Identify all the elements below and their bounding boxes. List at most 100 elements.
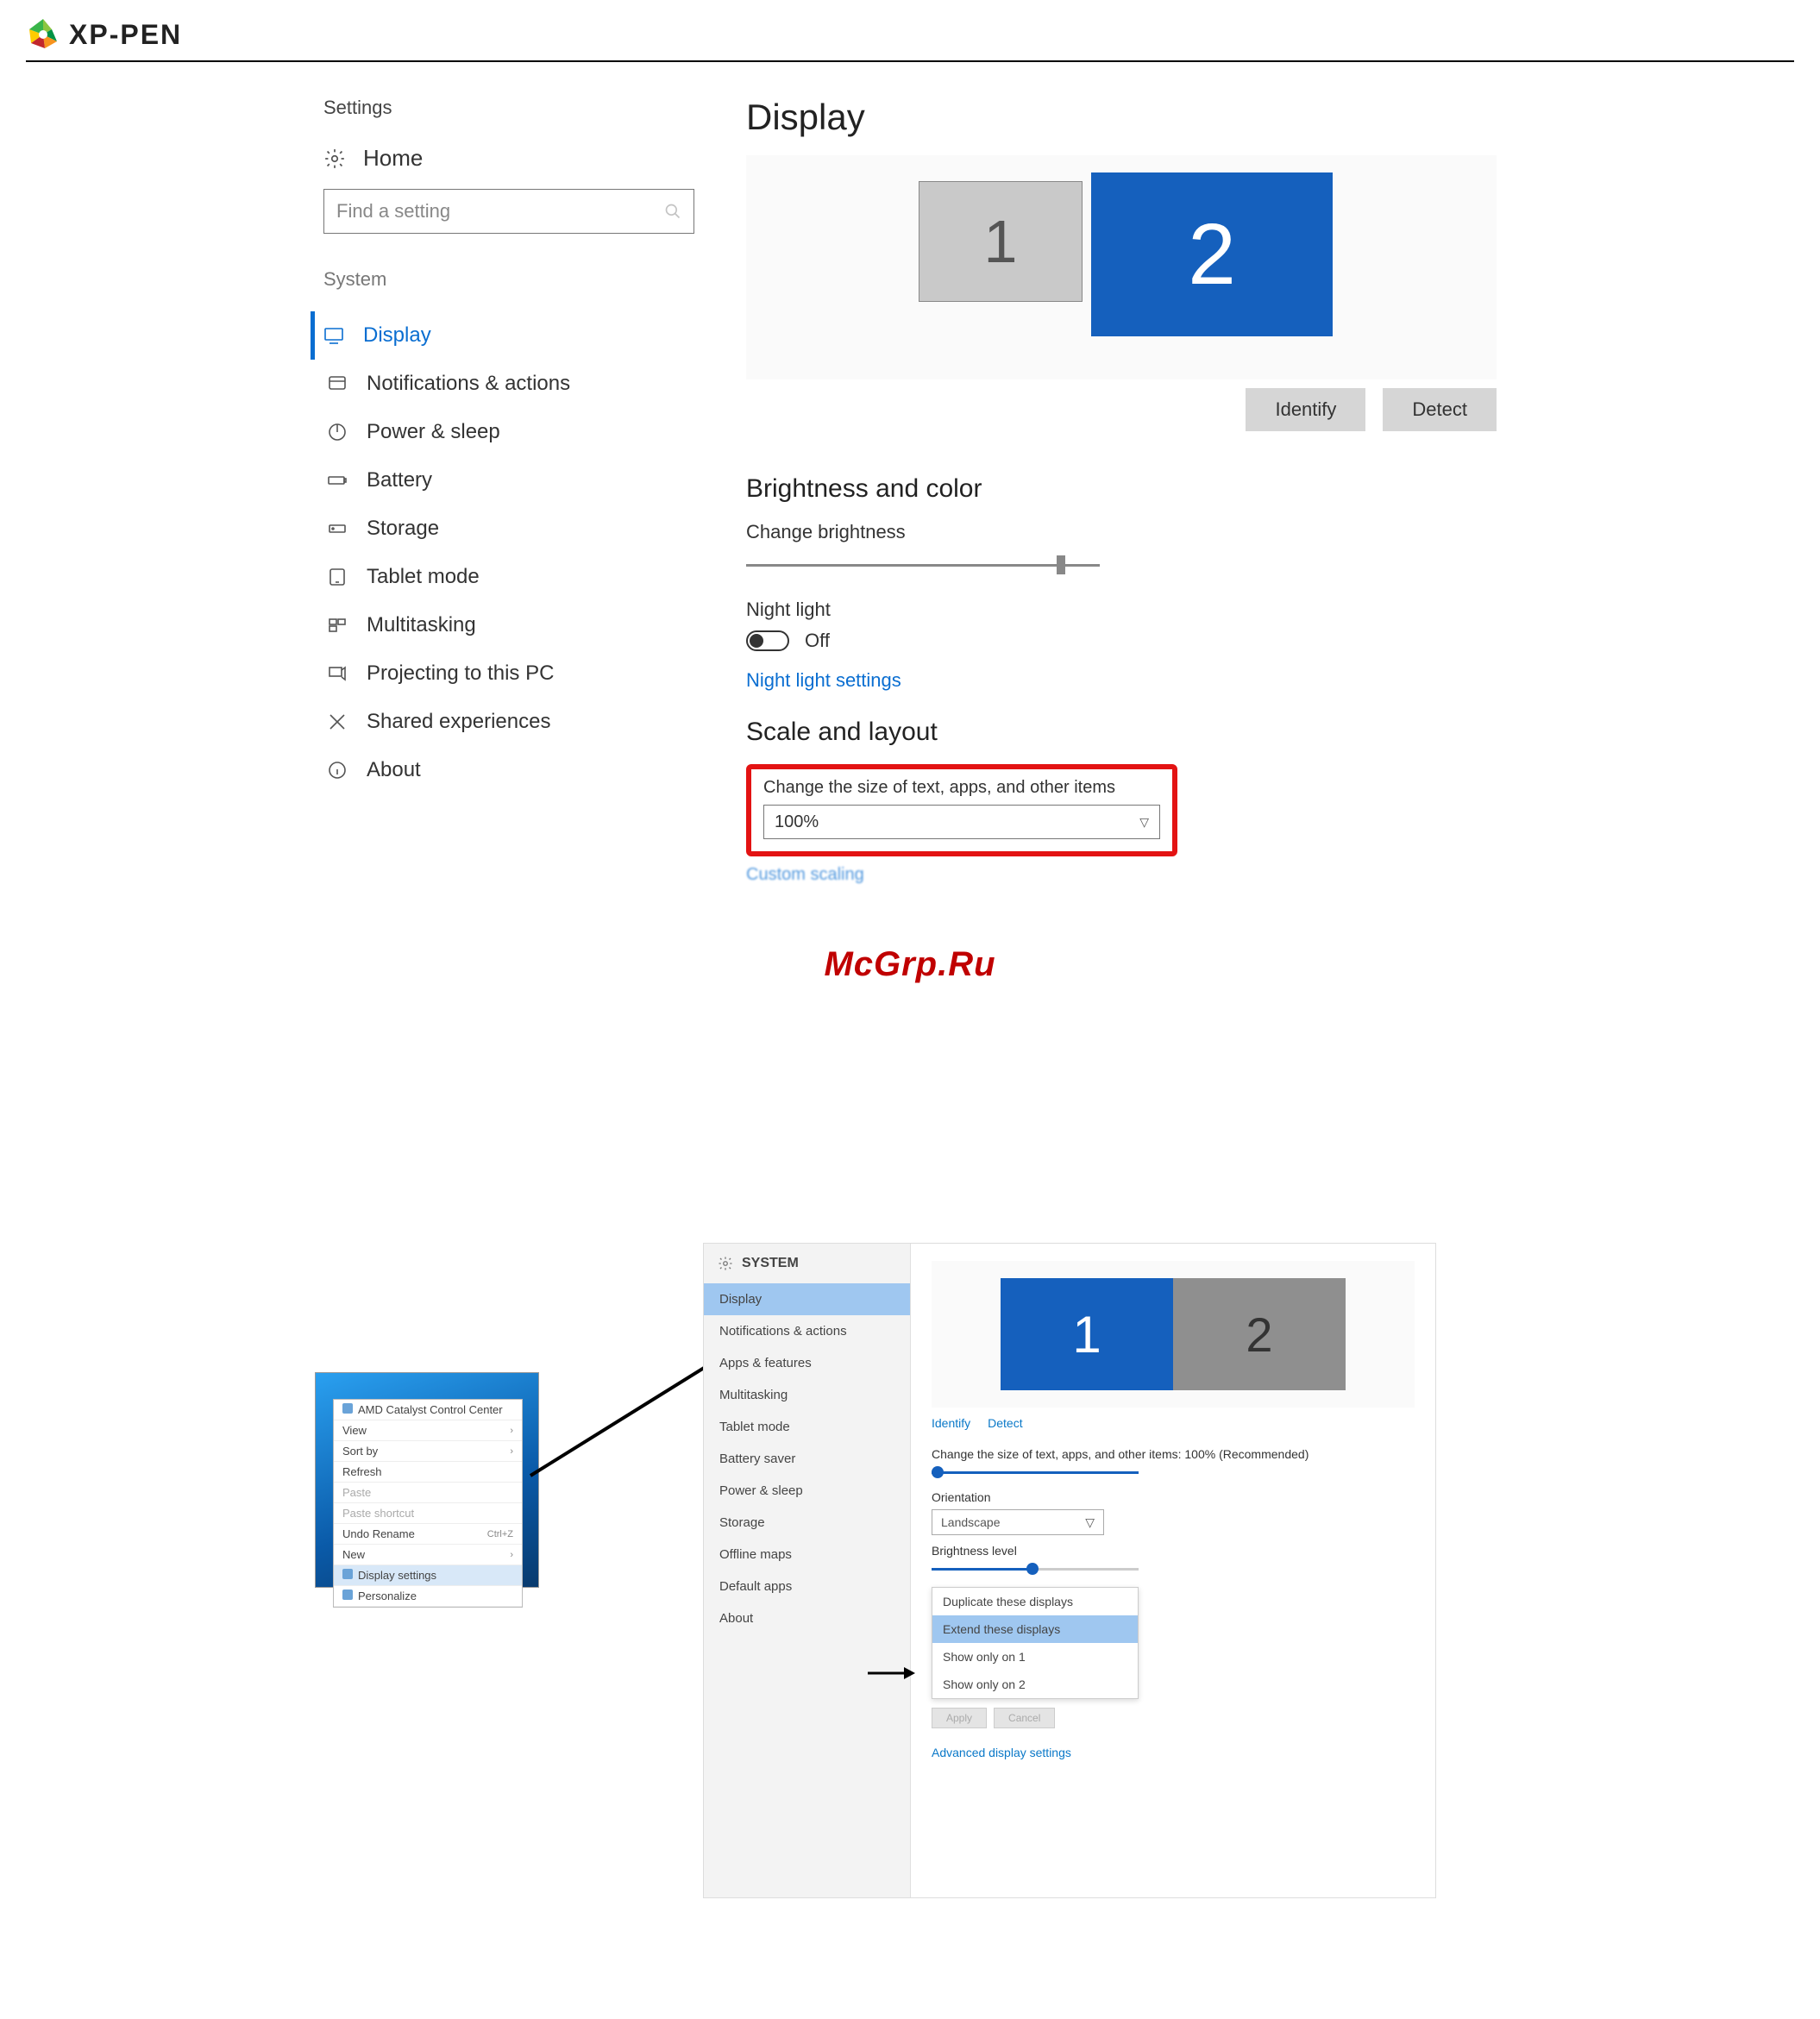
sys-nav-offline-maps[interactable]: Offline maps	[704, 1539, 910, 1571]
tablet-mode-icon	[327, 567, 348, 587]
night-light-label: Night light	[746, 599, 1514, 621]
settings-sidebar: Settings Home Find a setting System Disp…	[323, 97, 694, 885]
xp-pen-logo-icon	[26, 17, 60, 52]
nav-storage[interactable]: Storage	[323, 505, 694, 553]
cancel-button[interactable]: Cancel	[994, 1708, 1055, 1728]
gear-icon	[323, 147, 346, 170]
ctx-display-settings[interactable]: Display settings	[334, 1565, 522, 1586]
orientation-label: Orientation	[932, 1490, 1415, 1504]
change-brightness-label: Change brightness	[746, 521, 1514, 543]
nav-power[interactable]: Power & sleep	[323, 408, 694, 456]
battery-icon	[327, 470, 348, 491]
nav-projecting[interactable]: Projecting to this PC	[323, 649, 694, 698]
ctx-new[interactable]: New›	[334, 1545, 522, 1565]
home-link[interactable]: Home	[323, 145, 694, 172]
display-icon	[323, 325, 344, 346]
nav-notifications[interactable]: Notifications & actions	[323, 360, 694, 408]
brightness-label-2: Brightness level	[932, 1544, 1415, 1558]
nav-display[interactable]: Display	[311, 311, 694, 360]
orientation-dropdown[interactable]: Landscape ▽	[932, 1509, 1104, 1535]
system-content: 1 2 Identify Detect Change the size of t…	[911, 1244, 1435, 1897]
nav-multitasking[interactable]: Multitasking	[323, 601, 694, 649]
nav-about[interactable]: About	[323, 746, 694, 794]
opt-duplicate[interactable]: Duplicate these displays	[932, 1588, 1138, 1615]
monitor-2[interactable]: 2	[1091, 172, 1333, 336]
scale-label: Change the size of text, apps, and other…	[763, 778, 1160, 798]
opt-extend[interactable]: Extend these displays	[932, 1615, 1138, 1643]
search-placeholder: Find a setting	[336, 200, 450, 223]
apply-button[interactable]: Apply	[932, 1708, 987, 1728]
system-category: System	[323, 268, 694, 291]
chevron-down-icon: ▽	[1139, 815, 1149, 830]
watermark: McGrp.Ru	[0, 945, 1820, 984]
settings-screenshot-1: Settings Home Find a setting System Disp…	[306, 97, 1514, 885]
scale-highlight-box: Change the size of text, apps, and other…	[746, 764, 1177, 856]
advanced-display-settings-link[interactable]: Advanced display settings	[932, 1746, 1415, 1759]
identify-button[interactable]: Identify	[1246, 388, 1365, 431]
nav-shared-experiences[interactable]: Shared experiences	[323, 698, 694, 746]
multiple-displays-dropdown[interactable]: Duplicate these displays Extend these di…	[932, 1587, 1139, 1699]
pointer-arrow-icon	[868, 1665, 915, 1682]
personalize-icon	[342, 1589, 353, 1600]
page-title: Display	[746, 97, 1514, 138]
night-light-state: Off	[805, 630, 830, 652]
search-icon	[664, 203, 681, 220]
gear-icon	[718, 1256, 733, 1271]
opt-show-1[interactable]: Show only on 1	[932, 1643, 1138, 1671]
display-settings-icon	[342, 1569, 353, 1579]
sys-nav-display[interactable]: Display	[704, 1283, 910, 1315]
ctx-paste: Paste	[334, 1483, 522, 1503]
sys-nav-storage[interactable]: Storage	[704, 1507, 910, 1539]
sys-nav-notifications[interactable]: Notifications & actions	[704, 1315, 910, 1347]
amd-icon	[342, 1403, 353, 1414]
brightness-slider[interactable]	[746, 552, 1100, 578]
opt-show-2[interactable]: Show only on 2	[932, 1671, 1138, 1698]
settings-title: Settings	[323, 97, 694, 119]
detect-link[interactable]: Detect	[988, 1416, 1022, 1430]
display-arrangement-2[interactable]: 1 2	[932, 1261, 1415, 1408]
ctx-refresh[interactable]: Refresh	[334, 1462, 522, 1483]
system-nav: Display Notifications & actions Power & …	[323, 311, 694, 794]
scale-value: 100%	[775, 812, 819, 832]
sys-nav-about[interactable]: About	[704, 1602, 910, 1634]
nav-battery[interactable]: Battery	[323, 456, 694, 505]
brand-header: XP-PEN	[0, 0, 1820, 60]
ctx-undo[interactable]: Undo RenameCtrl+Z	[334, 1524, 522, 1545]
ctx-view[interactable]: View›	[334, 1420, 522, 1441]
scale-dropdown[interactable]: 100% ▽	[763, 805, 1160, 839]
scale-slider[interactable]	[932, 1466, 1139, 1478]
system-settings-window: SYSTEM Display Notifications & actions A…	[703, 1243, 1436, 1898]
custom-scaling-link[interactable]: Custom scaling	[746, 865, 1514, 885]
system-header: SYSTEM	[704, 1244, 910, 1283]
settings-main: Display 1 2 Identify Detect Brightness a…	[746, 97, 1514, 885]
sys-nav-multitasking[interactable]: Multitasking	[704, 1379, 910, 1411]
detect-button[interactable]: Detect	[1383, 388, 1497, 431]
home-label: Home	[363, 145, 423, 172]
night-light-settings-link[interactable]: Night light settings	[746, 669, 1514, 692]
nav-tablet-mode[interactable]: Tablet mode	[323, 553, 694, 601]
sys-nav-battery-saver[interactable]: Battery saver	[704, 1443, 910, 1475]
night-light-toggle[interactable]	[746, 630, 789, 651]
display-arrangement[interactable]: 1 2	[746, 155, 1497, 379]
brand-name: XP-PEN	[69, 19, 182, 51]
scale-heading: Scale and layout	[746, 718, 1514, 747]
monitor-2[interactable]: 2	[1173, 1278, 1346, 1390]
ctx-personalize[interactable]: Personalize	[334, 1586, 522, 1607]
chevron-down-icon: ▽	[1085, 1515, 1095, 1530]
sys-nav-default-apps[interactable]: Default apps	[704, 1571, 910, 1602]
sys-nav-power-sleep[interactable]: Power & sleep	[704, 1475, 910, 1507]
ctx-amd[interactable]: AMD Catalyst Control Center	[334, 1400, 522, 1420]
brightness-slider-2[interactable]	[932, 1563, 1139, 1575]
sys-nav-apps[interactable]: Apps & features	[704, 1347, 910, 1379]
search-input[interactable]: Find a setting	[323, 189, 694, 234]
desktop-thumbnail: AMD Catalyst Control Center View› Sort b…	[315, 1372, 539, 1588]
scale-label-2: Change the size of text, apps, and other…	[932, 1447, 1415, 1461]
ctx-sort[interactable]: Sort by›	[334, 1441, 522, 1462]
monitor-1[interactable]: 1	[1001, 1278, 1173, 1390]
shared-icon	[327, 712, 348, 732]
sys-nav-tablet-mode[interactable]: Tablet mode	[704, 1411, 910, 1443]
about-icon	[327, 760, 348, 781]
monitor-1[interactable]: 1	[919, 181, 1083, 302]
storage-icon	[327, 518, 348, 539]
identify-link[interactable]: Identify	[932, 1416, 970, 1430]
